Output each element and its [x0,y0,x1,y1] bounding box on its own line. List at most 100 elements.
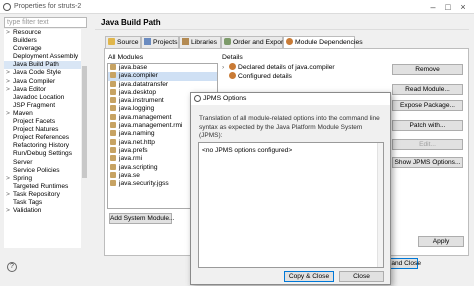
order-icon [224,38,231,45]
window-titlebar: Properties for struts-2 – □ × [0,0,474,14]
module-jar-icon [110,80,116,87]
show-jpms-options-button[interactable]: Show JPMS Options... [392,157,463,168]
tree-item[interactable]: > Java Editor [4,86,88,94]
module-jar-icon [110,113,116,120]
add-system-module-button[interactable]: Add System Module... [109,213,175,224]
tree-item[interactable]: > Spring [4,175,88,183]
tree-item-label: JSP Fragment [13,101,56,109]
property-tree: > Resource Builders Coverage Deployment Asse… [4,29,88,248]
dialog-titlebar: JPMS Options [191,93,390,105]
jpms-options-dialog: JPMS Options Translation of all module-r… [190,92,391,285]
module-jar-icon [110,138,116,145]
module-name: java.logging [119,105,155,113]
tree-item-label: Deployment Assembly [13,53,79,61]
tree-item[interactable]: > Maven [4,110,88,118]
tree-scrollbar[interactable] [81,29,88,248]
app-icon [194,95,201,102]
help-icon[interactable]: ? [7,262,17,272]
expand-chevron-icon[interactable]: > [6,29,13,37]
remove-button[interactable]: Remove [392,64,463,75]
tab-order-and-export[interactable]: Order and Export [221,36,285,48]
tree-item-label: Project Natures [13,126,59,134]
module-name: java.rmi [119,155,143,163]
project-icon [144,38,151,45]
tree-item[interactable]: Targeted Runtimes [4,183,88,191]
textarea-scrollbar[interactable] [377,143,383,267]
dialog-close-button[interactable]: Close [339,271,384,282]
module-name: java.scripting [119,163,158,171]
tree-item[interactable]: Task Tags [4,199,88,207]
module-jar-icon [110,122,116,129]
expand-chevron-icon[interactable]: > [6,110,13,118]
module-jar-icon [110,97,116,104]
patch-with-button[interactable]: Patch with... [392,120,463,131]
tree-scrollbar-thumb[interactable] [82,66,87,178]
module-icon [286,38,293,45]
tree-item-label: Validation [13,207,42,215]
tab-source[interactable]: Source [105,36,141,48]
tree-item-label: Project Facets [13,118,56,126]
copy-and-close-button[interactable]: Copy & Close [284,271,334,282]
library-icon [182,38,189,45]
tree-item-label: Java Editor [13,85,46,93]
tree-item[interactable]: Javadoc Location [4,94,88,102]
expand-chevron-icon[interactable]: > [6,86,13,94]
module-name: java.datatransfer [119,80,169,88]
maximize-icon[interactable]: □ [443,2,453,12]
edit-button[interactable]: Edit... [392,139,463,150]
list-item[interactable]: java.datatransfer [108,80,217,89]
tree-item[interactable]: Project Facets [4,118,88,126]
read-module-button[interactable]: Read Module... [392,84,463,95]
tab-projects[interactable]: Projects [141,36,179,48]
jpms-options-textarea[interactable]: <no JPMS options configured> [198,142,384,268]
tree-item[interactable]: > Java Compiler [4,78,88,86]
tree-item-label: Maven [13,109,33,117]
tab-libraries[interactable]: Libraries [179,36,221,48]
details-tree: › Declared details of java.compiler Confi… [222,63,386,93]
tree-item[interactable]: Project Natures [4,126,88,134]
expand-chevron-icon[interactable]: > [6,191,13,199]
tree-item[interactable]: Refactoring History [4,142,88,150]
tree-item[interactable]: Java Build Path [4,61,88,70]
tree-item-label: Builders [13,37,37,45]
expose-package-button[interactable]: Expose Package... [392,100,463,111]
tree-item[interactable]: > Validation [4,207,88,215]
window-title: Properties for struts-2 [14,3,82,10]
tree-item[interactable]: Run/Debug Settings [4,150,88,158]
tree-item[interactable]: > Task Repository [4,191,88,199]
tree-item-label: Service Policies [13,166,60,174]
tree-item[interactable]: JSP Fragment [4,102,88,110]
minimize-icon[interactable]: – [428,2,438,12]
module-name: java.instrument [119,97,164,105]
list-item[interactable]: java.compiler [108,72,217,81]
all-modules-label: All Modules [108,54,144,61]
tree-item-label: Refactoring History [13,142,70,150]
module-name: java.base [119,64,148,71]
tree-item[interactable]: Deployment Assembly [4,53,88,61]
module-name: java.net.http [119,138,155,146]
details-item-configured[interactable]: Configured details [222,71,386,81]
tree-item[interactable]: > Java Code Style [4,69,88,77]
expand-chevron-icon[interactable]: > [6,69,13,77]
module-jar-icon [110,171,116,178]
tree-item-label: Targeted Runtimes [13,182,69,190]
expand-chevron-icon[interactable]: > [6,175,13,183]
expand-chevron-icon[interactable]: > [6,78,13,86]
tree-item-label: Java Build Path [13,61,59,69]
tree-item[interactable]: Builders [4,37,88,45]
details-item-declared[interactable]: › Declared details of java.compiler [222,63,386,72]
apply-button[interactable]: Apply [418,236,464,247]
tree-item-label: Spring [13,174,33,182]
module-jar-icon [110,163,116,170]
tree-item[interactable]: Project References [4,134,88,142]
expand-chevron-icon[interactable]: > [6,207,13,215]
tree-item[interactable]: > Resource [4,29,88,37]
tree-item[interactable]: Service Policies [4,167,88,175]
filter-input[interactable]: type filter text [4,17,87,28]
close-icon[interactable]: × [458,2,468,12]
app-icon [3,3,11,11]
tree-item[interactable]: Server [4,159,88,167]
tree-item[interactable]: Coverage [4,45,88,53]
tree-item-label: Java Compiler [13,77,56,85]
list-item[interactable]: java.base [108,64,217,72]
